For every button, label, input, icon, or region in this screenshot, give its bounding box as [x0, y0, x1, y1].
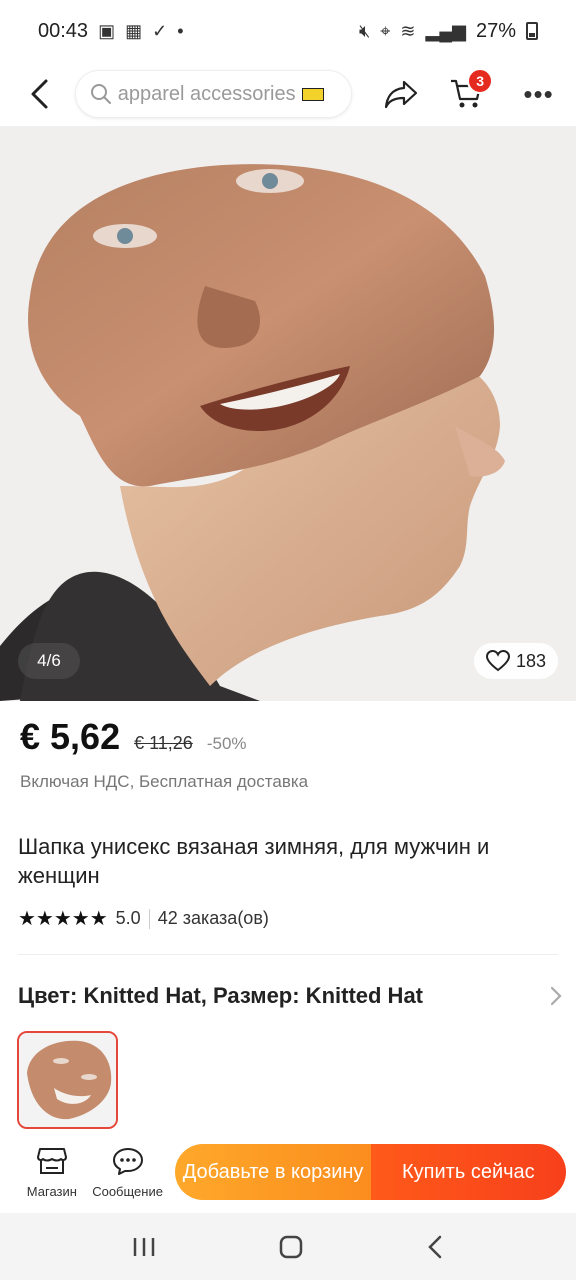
- product-title: Шапка унисекс вязаная зимняя, для мужчин…: [18, 834, 490, 888]
- share-button[interactable]: [382, 74, 421, 114]
- rating-value: 5.0: [115, 908, 141, 928]
- top-bar: apparel accessories 3 •••: [0, 62, 576, 126]
- location-icon: ⌖: [380, 20, 391, 41]
- notification-icon: ▣: [98, 20, 116, 41]
- store-button[interactable]: Магазин: [14, 1146, 90, 1199]
- image-counter: 4/6: [18, 643, 80, 679]
- search-icon: [90, 84, 111, 104]
- wishlist-button[interactable]: 183: [473, 643, 558, 679]
- buy-now-button[interactable]: Купить сейчас: [370, 1144, 566, 1200]
- message-button[interactable]: Сообщение: [90, 1146, 166, 1199]
- product-image-gallery[interactable]: 4/6 183: [0, 126, 576, 701]
- price-row: € 5,62 € 11,26 -50%: [20, 716, 247, 758]
- more-dots-icon: •••: [523, 78, 554, 109]
- search-placeholder: apparel accessories: [117, 82, 296, 105]
- store-label: Магазин: [26, 1183, 77, 1199]
- variant-selector[interactable]: Цвет: Knitted Hat, Размер: Knitted Hat: [18, 983, 563, 1009]
- orders-count: 42 заказа(ов): [157, 908, 269, 928]
- variant-swatch-knitted-hat[interactable]: [17, 1031, 118, 1129]
- signal-icon: ▂▄▆: [425, 20, 466, 41]
- current-price: € 5,62: [20, 716, 121, 757]
- chevron-right-icon: [550, 986, 562, 1006]
- chat-icon: [112, 1147, 143, 1175]
- heart-icon: [485, 650, 510, 672]
- swatch-thumbnail: [19, 1033, 116, 1127]
- section-divider: [18, 954, 558, 955]
- vat-shipping-note: Включая НДС, Бесплатная доставка: [20, 772, 309, 791]
- add-to-cart-button[interactable]: Добавьте в корзину: [175, 1144, 371, 1200]
- download-done-icon: ✓: [152, 20, 168, 41]
- wifi-icon: ≋: [400, 20, 416, 41]
- system-nav-bar: [0, 1213, 576, 1280]
- dot-icon: •: [177, 20, 184, 41]
- rating-row[interactable]: ★★★★★ 5.0 42 заказа(ов): [18, 906, 269, 931]
- divider: [148, 908, 150, 929]
- status-time: 00:43: [38, 19, 89, 42]
- share-icon: [384, 80, 418, 109]
- search-product-thumb-icon: [301, 87, 324, 101]
- recent-apps-icon[interactable]: [131, 1235, 157, 1259]
- mute-icon: 🔇︎: [358, 20, 371, 41]
- battery-percent: 27%: [475, 19, 516, 42]
- gallery-icon: ▦: [125, 20, 143, 41]
- battery-icon: [526, 22, 538, 40]
- variant-label: Цвет: Knitted Hat, Размер: Knitted Hat: [18, 983, 424, 1008]
- discount-badge: -50%: [206, 734, 247, 753]
- message-label: Сообщение: [92, 1183, 163, 1199]
- more-options-button[interactable]: •••: [519, 79, 558, 110]
- bottom-action-bar: Магазин Сообщение Добавьте в корзину Куп…: [0, 1131, 576, 1213]
- back-button[interactable]: [18, 72, 61, 116]
- home-icon[interactable]: [278, 1234, 304, 1260]
- cart-button[interactable]: 3: [444, 68, 494, 116]
- original-price: € 11,26: [134, 733, 193, 753]
- star-rating-icon: ★★★★★: [18, 908, 108, 930]
- store-icon: [36, 1147, 67, 1174]
- search-input[interactable]: apparel accessories: [74, 70, 352, 118]
- likes-count: 183: [515, 650, 546, 671]
- product-photo: [0, 126, 576, 701]
- chevron-left-icon: [31, 79, 48, 109]
- status-bar: 00:43 ▣ ▦ ✓ • 🔇︎ ⌖ ≋ ▂▄▆ 27%: [0, 0, 576, 62]
- cart-count-badge: 3: [467, 68, 494, 94]
- back-nav-icon[interactable]: [425, 1234, 445, 1260]
